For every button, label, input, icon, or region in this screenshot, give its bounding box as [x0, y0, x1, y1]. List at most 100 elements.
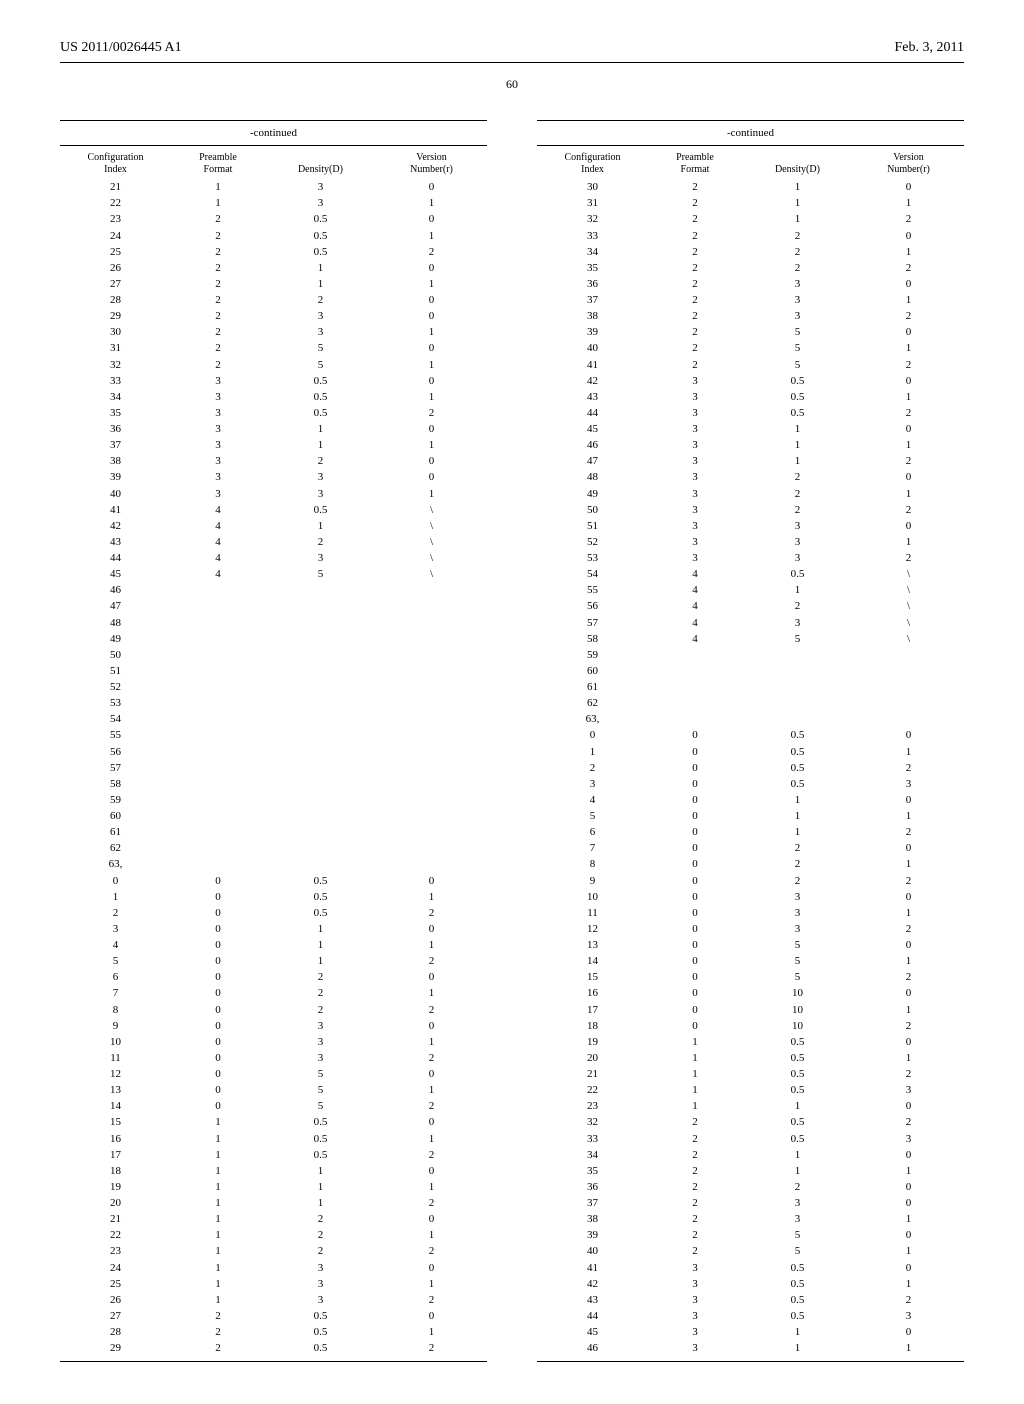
table-cell: [648, 712, 742, 728]
table-cell: 11: [537, 906, 648, 922]
table-cell: 1: [853, 906, 964, 922]
table-cell: 40: [60, 486, 171, 502]
table-cell: 26: [60, 261, 171, 277]
table-row: 31211: [537, 196, 964, 212]
table-cell: 2: [376, 954, 487, 970]
table-row: 60: [537, 664, 964, 680]
table-cell: 1: [171, 196, 265, 212]
table-cell: 2: [648, 1180, 742, 1196]
table-cell: 25: [60, 245, 171, 261]
table-cell: [648, 696, 742, 712]
table-row: 31250: [60, 341, 487, 357]
table-row: 37230: [537, 1196, 964, 1212]
table-cell: 1: [742, 212, 853, 228]
table-cell: 0: [376, 212, 487, 228]
table-cell: 12: [60, 1067, 171, 1083]
table-cell: 0: [376, 422, 487, 438]
table-cell: 3: [265, 309, 376, 325]
table-row: 25131: [60, 1277, 487, 1293]
table-cell: 0.5: [742, 1115, 853, 1131]
table-cell: 0: [376, 1212, 487, 1228]
table-cell: 0: [60, 873, 171, 889]
table-cell: 2: [853, 503, 964, 519]
table-row: 2210.53: [537, 1083, 964, 1099]
table-cell: 2: [171, 212, 265, 228]
table-row: 4443\: [60, 551, 487, 567]
table-cell: 0: [376, 1019, 487, 1035]
table-cell: 16: [537, 986, 648, 1002]
table-cell: 4: [648, 583, 742, 599]
table-cell: 1: [265, 1180, 376, 1196]
table-row: 59: [60, 793, 487, 809]
table-cell: 0: [648, 728, 742, 744]
table-cell: [742, 712, 853, 728]
table-row: 4330.51: [537, 390, 964, 406]
table-cell: 5: [742, 1228, 853, 1244]
table-row: 40251: [537, 1244, 964, 1260]
table-cell: 0: [648, 954, 742, 970]
table-cell: 0: [853, 1260, 964, 1276]
table-cell: 13: [60, 1083, 171, 1099]
col-header: Density(D): [265, 148, 376, 180]
table-cell: 51: [537, 519, 648, 535]
col-header: ConfigurationIndex: [537, 148, 648, 180]
table-cell: 3: [265, 470, 376, 486]
table-cell: 3: [265, 551, 376, 567]
table-cell: 33: [60, 374, 171, 390]
table-cell: 2: [171, 357, 265, 373]
table-cell: [265, 857, 376, 873]
table-cell: 0: [376, 470, 487, 486]
table-row: 52: [60, 680, 487, 696]
table-cell: 1: [376, 325, 487, 341]
table-row: 11031: [537, 906, 964, 922]
table-cell: 1: [742, 793, 853, 809]
table-row: 5541\: [537, 583, 964, 599]
table-row: 34221: [537, 245, 964, 261]
table-cell: 52: [60, 680, 171, 696]
table-cell: 0: [853, 277, 964, 293]
table-cell: [376, 793, 487, 809]
table-cell: 0.5: [742, 744, 853, 760]
table-cell: 0: [376, 970, 487, 986]
table-row: 4330.52: [537, 1293, 964, 1309]
table-row: 63,: [60, 857, 487, 873]
table-row: 5440.5\: [537, 567, 964, 583]
table-cell: 8: [537, 857, 648, 873]
table-body: 3021031211322123322034221352223623037231…: [537, 180, 964, 1357]
table-cell: 2: [742, 841, 853, 857]
table-cell: 5: [265, 357, 376, 373]
table-cell: 2: [265, 1002, 376, 1018]
table-row: 2820.51: [60, 1325, 487, 1341]
table-cell: 1: [171, 1293, 265, 1309]
table-cell: 9: [537, 873, 648, 889]
table-row: 2420.51: [60, 228, 487, 244]
table-row: 40251: [537, 341, 964, 357]
table-cell: 55: [60, 728, 171, 744]
table-row: 57: [60, 761, 487, 777]
table-cell: 0.5: [742, 761, 853, 777]
table-cell: 59: [60, 793, 171, 809]
table-row: 2920.52: [60, 1341, 487, 1357]
table-row: 46311: [537, 438, 964, 454]
table-cell: 0: [376, 873, 487, 889]
table-row: 5642\: [537, 599, 964, 615]
table-cell: 2: [648, 325, 742, 341]
table-cell: 2: [265, 1244, 376, 1260]
table-cell: 1: [853, 535, 964, 551]
table-cell: 2: [853, 551, 964, 567]
table-cell: 0: [376, 309, 487, 325]
table-cell: 2: [171, 1309, 265, 1325]
table-cell: 1: [171, 1212, 265, 1228]
table-cell: 7: [60, 986, 171, 1002]
table-cell: 1: [171, 1260, 265, 1276]
table-cell: 5: [742, 954, 853, 970]
table-cell: [742, 648, 853, 664]
table-cell: 0: [648, 1002, 742, 1018]
table-cell: 0.5: [742, 1309, 853, 1325]
table-cell: 10: [742, 986, 853, 1002]
table-cell: 3: [742, 535, 853, 551]
table-cell: [265, 664, 376, 680]
table-cell: 0: [376, 1309, 487, 1325]
table-cell: 5: [742, 341, 853, 357]
table-cell: 0: [853, 374, 964, 390]
